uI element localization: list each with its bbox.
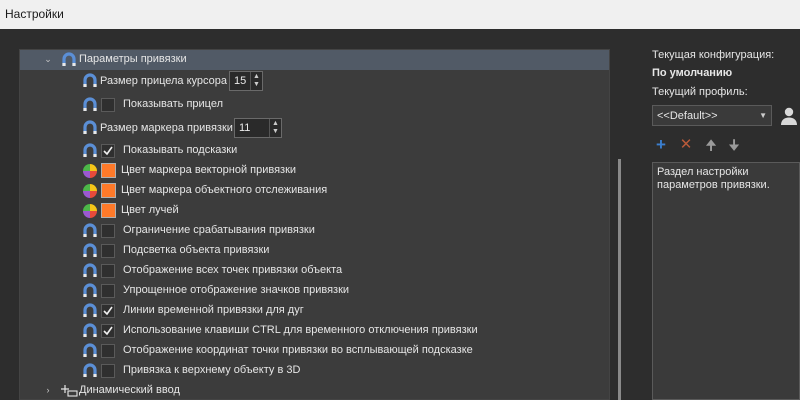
section-description: Раздел настройки параметров привязки.	[652, 162, 800, 400]
window-title: Настройки	[5, 7, 64, 21]
marker-size-stepper[interactable]: 11 ▲ ▼	[234, 118, 282, 138]
marker-size-label: Размер маркера привязки	[100, 122, 233, 134]
current-config-value: По умолчанию	[652, 67, 733, 79]
chevron-right-icon[interactable]: ›	[43, 385, 53, 395]
chevron-down-icon[interactable]: ⌄	[43, 54, 53, 64]
arrow-down-icon[interactable]: 🠋	[725, 136, 743, 154]
marker-size-value[interactable]: 11	[239, 122, 250, 134]
chevron-up-icon[interactable]: ▲	[272, 120, 279, 128]
chevron-down-icon[interactable]: ▼	[759, 111, 767, 120]
tree-group-dynamic[interactable]: › Динамический ввод	[20, 381, 609, 399]
show-all-points-row: Отображение всех точек привязки объекта	[20, 261, 609, 281]
magnet-icon	[82, 120, 98, 136]
arrow-up-icon[interactable]: 🠉	[702, 136, 720, 154]
show-hints-label: Показывать подсказки	[123, 144, 238, 156]
ray-color-label: Цвет лучей	[121, 204, 179, 216]
snap-top-3d-label: Привязка к верхнему объекту в 3D	[123, 364, 301, 376]
magnet-icon	[82, 97, 98, 113]
profile-select[interactable]: <<Default>> ▼	[652, 105, 772, 126]
window-title-bar: Настройки	[0, 0, 800, 29]
coords-tooltip-checkbox[interactable]	[101, 344, 115, 358]
tree-group-dynamic-label: Динамический ввод	[79, 384, 180, 396]
color-wheel-icon	[82, 163, 98, 179]
snap-top-3d-row: Привязка к верхнему объекту в 3D	[20, 361, 609, 381]
profile-select-value[interactable]: <<Default>>	[657, 110, 718, 122]
show-hints-row: Показывать подсказки	[20, 141, 609, 161]
chevron-down-icon[interactable]: ▼	[272, 128, 279, 136]
vector-marker-color-swatch[interactable]	[101, 163, 116, 178]
delete-icon[interactable]: ✕	[677, 136, 695, 154]
coords-tooltip-row: Отображение координат точки привязки во …	[20, 341, 609, 361]
magnet-icon	[82, 143, 98, 159]
tracking-marker-color-label: Цвет маркера объектного отслеживания	[121, 184, 328, 196]
vector-marker-color-label: Цвет маркера векторной привязки	[121, 164, 297, 176]
highlight-object-checkbox[interactable]	[101, 244, 115, 258]
temp-arc-lines-checkbox[interactable]	[101, 304, 115, 318]
color-wheel-icon	[82, 183, 98, 199]
show-all-points-checkbox[interactable]	[101, 264, 115, 278]
stepper-buttons[interactable]: ▲ ▼	[269, 119, 281, 137]
show-crosshair-row: Показывать прицел	[20, 95, 609, 115]
add-icon[interactable]: +	[652, 136, 670, 154]
marker-size-row: Размер маркера привязки 11 ▲ ▼	[20, 116, 609, 138]
cursor-size-stepper[interactable]: 15 ▲ ▼	[229, 71, 263, 91]
simplified-icons-checkbox[interactable]	[101, 284, 115, 298]
color-wheel-icon	[82, 203, 98, 219]
magnet-icon	[82, 363, 98, 379]
cursor-size-label: Размер прицела курсора	[100, 75, 228, 87]
snap-top-3d-checkbox[interactable]	[101, 364, 115, 378]
ray-color-row: Цвет лучей	[20, 201, 609, 221]
coords-tooltip-label: Отображение координат точки привязки во …	[123, 344, 473, 356]
magnet-icon	[82, 73, 98, 89]
current-profile-label: Текущий профиль:	[652, 86, 748, 98]
magnet-icon	[82, 323, 98, 339]
temp-arc-lines-row: Линии временной привязки для дуг	[20, 301, 609, 321]
ctrl-disable-checkbox[interactable]	[101, 324, 115, 338]
settings-tree: ⌄ Параметры привязки Размер прицела курс…	[19, 49, 610, 400]
chevron-down-icon[interactable]: ▼	[253, 81, 260, 89]
dynamic-input-icon	[60, 383, 78, 399]
checkmark-icon	[103, 326, 113, 336]
ctrl-disable-label: Использование клавиши CTRL для временног…	[123, 324, 478, 336]
magnet-icon	[82, 243, 98, 259]
user-profile-button[interactable]	[778, 105, 800, 127]
show-crosshair-checkbox[interactable]	[101, 98, 115, 112]
cursor-size-row: Размер прицела курсора 15 ▲ ▼	[20, 70, 609, 92]
simplified-icons-row: Упрощенное отображение значков привязки	[20, 281, 609, 301]
show-crosshair-label: Показывать прицел	[123, 98, 224, 110]
ctrl-disable-row: Использование клавиши CTRL для временног…	[20, 321, 609, 341]
magnet-icon	[82, 223, 98, 239]
vector-marker-color-row: Цвет маркера векторной привязки	[20, 161, 609, 181]
ray-color-swatch[interactable]	[101, 203, 116, 218]
magnet-icon	[82, 343, 98, 359]
checkmark-icon	[103, 146, 113, 156]
temp-arc-lines-label: Линии временной привязки для дуг	[123, 304, 304, 316]
current-config-label: Текущая конфигурация:	[652, 49, 775, 61]
magnet-icon	[82, 303, 98, 319]
limit-triggering-checkbox[interactable]	[101, 224, 115, 238]
magnet-icon	[82, 263, 98, 279]
tree-group-snap[interactable]: ⌄ Параметры привязки	[20, 50, 609, 70]
user-icon	[781, 107, 797, 125]
highlight-object-label: Подсветка объекта привязки	[123, 244, 270, 256]
magnet-icon	[82, 283, 98, 299]
highlight-object-row: Подсветка объекта привязки	[20, 241, 609, 261]
show-all-points-label: Отображение всех точек привязки объекта	[123, 264, 343, 276]
show-hints-checkbox[interactable]	[101, 144, 115, 158]
checkmark-icon	[103, 306, 113, 316]
chevron-up-icon[interactable]: ▲	[253, 73, 260, 81]
cursor-size-value[interactable]: 15	[234, 75, 246, 87]
stepper-buttons[interactable]: ▲ ▼	[250, 72, 262, 90]
scrollbar-thumb[interactable]	[618, 159, 621, 400]
magnet-icon	[61, 52, 77, 68]
limit-triggering-row: Ограничение срабатывания привязки	[20, 221, 609, 241]
settings-content: ⌄ Параметры привязки Размер прицела курс…	[0, 29, 800, 400]
simplified-icons-label: Упрощенное отображение значков привязки	[123, 284, 350, 296]
tree-group-snap-label: Параметры привязки	[79, 53, 187, 65]
section-description-text: Раздел настройки параметров привязки.	[657, 166, 770, 191]
tracking-marker-color-row: Цвет маркера объектного отслеживания	[20, 181, 609, 201]
limit-triggering-label: Ограничение срабатывания привязки	[123, 224, 315, 236]
tree-scrollbar[interactable]	[615, 49, 625, 400]
tracking-marker-color-swatch[interactable]	[101, 183, 116, 198]
